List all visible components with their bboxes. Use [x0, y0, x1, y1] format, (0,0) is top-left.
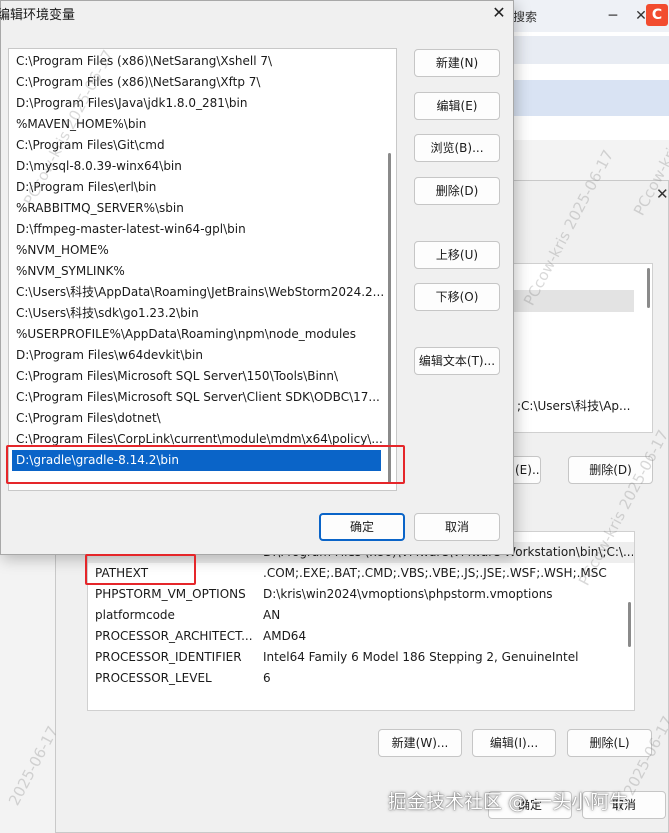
path-entry[interactable]: D:\Program Files\erl\bin — [9, 177, 383, 198]
path-entry[interactable]: C:\Users\科技\sdk\go1.23.2\bin — [9, 303, 383, 324]
variable-name: PROCESSOR_ARCHITECT... — [95, 629, 253, 643]
path-entry[interactable]: D:\Program Files\w64devkit\bin — [9, 345, 383, 366]
path-entry[interactable]: %USERPROFILE%\AppData\Roaming\npm\node_m… — [9, 324, 383, 345]
variable-name: PROCESSOR_LEVEL — [95, 671, 212, 685]
path-entry[interactable]: D:\ffmpeg-master-latest-win64-gpl\bin — [9, 219, 383, 240]
ok-button[interactable]: 确定 — [319, 513, 405, 541]
system-variable-row[interactable]: PROCESSOR_IDENTIFIER Intel64 Family 6 Mod… — [88, 647, 634, 668]
variable-value: Intel64 Family 6 Model 186 Stepping 2, G… — [263, 650, 579, 664]
variable-value: 6 — [263, 671, 271, 685]
variable-name: PROCESSOR_IDENTIFIER — [95, 650, 242, 664]
highlight-annotation-path-variable — [85, 554, 196, 585]
path-entry[interactable]: %NVM_SYMLINK% — [9, 261, 383, 282]
browse-button[interactable]: 浏览(B)... — [414, 134, 500, 162]
system-variable-row[interactable]: PROCESSOR_LEVEL 6 — [88, 668, 634, 689]
variable-name: platformcode — [95, 608, 175, 622]
footer-watermark: 掘金技术社区 @ 一头小阿牛 — [388, 791, 629, 813]
path-entry[interactable]: C:\Program Files (x86)\NetSarang\Xshell … — [9, 51, 383, 72]
background-search-label[interactable]: 搜索 — [513, 8, 537, 25]
highlight-annotation-gradle-path — [6, 445, 405, 484]
move-down-button[interactable]: 下移(O) — [414, 283, 500, 311]
system-new-button[interactable]: 新建(W)... — [378, 729, 462, 757]
edit-text-button[interactable]: 编辑文本(T)... — [414, 347, 500, 375]
path-entry[interactable]: C:\Program Files (x86)\NetSarang\Xftp 7\ — [9, 72, 383, 93]
user-variable-value-text: ;C:\Users\科技\Ap... — [514, 397, 634, 414]
close-icon[interactable]: ✕ — [489, 3, 509, 23]
path-entry[interactable]: %NVM_HOME% — [9, 240, 383, 261]
path-entry[interactable]: D:\mysql-8.0.39-winx64\bin — [9, 156, 383, 177]
delete-button[interactable]: 删除(D) — [414, 177, 500, 205]
path-entry[interactable]: D:\Program Files\Java\jdk1.8.0_281\bin — [9, 93, 383, 114]
edit-button[interactable]: 编辑(E) — [414, 92, 500, 120]
path-entry[interactable]: C:\Program Files\dotnet\ — [9, 408, 383, 429]
variable-value: AMD64 — [263, 629, 307, 643]
scrollbar[interactable] — [388, 153, 391, 483]
user-edit-button[interactable]: (E)... — [513, 456, 541, 484]
variable-name: PHPSTORM_VM_OPTIONS — [95, 587, 246, 601]
move-up-button[interactable]: 上移(U) — [414, 241, 500, 269]
app-logo-icon: C — [646, 4, 668, 26]
path-entry[interactable]: %RABBITMQ_SERVER%\sbin — [9, 198, 383, 219]
system-variable-row[interactable]: platformcode AN — [88, 605, 634, 626]
path-entry[interactable]: C:\Users\科技\AppData\Roaming\JetBrains\We… — [9, 282, 383, 303]
path-entry[interactable]: C:\Program Files\Microsoft SQL Server\Cl… — [9, 387, 383, 408]
scrollbar[interactable] — [628, 602, 631, 647]
dialog-title: 编辑环境变量 — [0, 8, 76, 23]
system-variable-row[interactable]: PROCESSOR_ARCHITECT... AMD64 — [88, 626, 634, 647]
system-edit-button[interactable]: 编辑(I)... — [472, 729, 556, 757]
path-entry[interactable]: C:\Program Files\Microsoft SQL Server\15… — [9, 366, 383, 387]
system-variable-row[interactable]: PHPSTORM_VM_OPTIONS D:\kris\win2024\vmopt… — [88, 584, 634, 605]
watermark-text: 2025-06-17 — [5, 723, 62, 809]
cancel-button[interactable]: 取消 — [414, 513, 500, 541]
variable-value: D:\kris\win2024\vmoptions\phpstorm.vmopt… — [263, 587, 553, 601]
new-button[interactable]: 新建(N) — [414, 49, 500, 77]
scrollbar[interactable] — [647, 268, 650, 308]
minimize-icon[interactable]: ─ — [603, 6, 623, 26]
variable-value: AN — [263, 608, 281, 622]
